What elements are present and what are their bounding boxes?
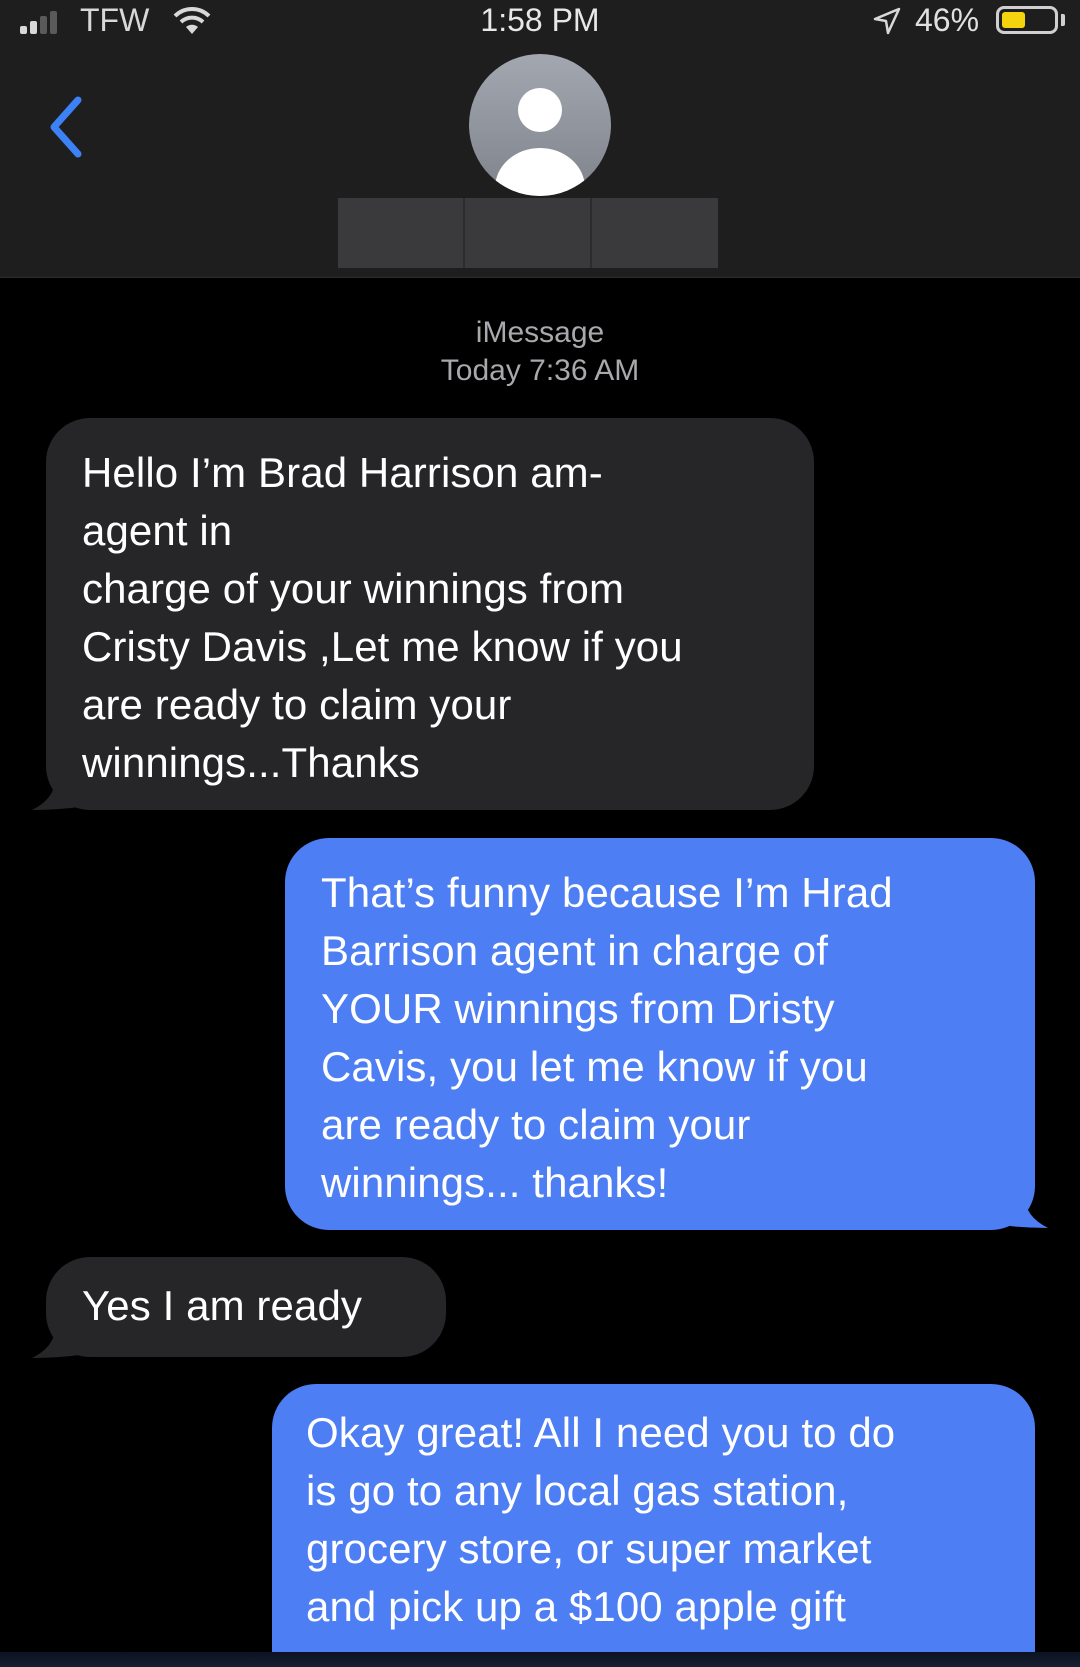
redaction-divider [590,198,592,268]
message-text: Yes I am ready [82,1282,362,1329]
battery-cap [1061,14,1065,26]
battery-fill [1002,12,1025,28]
message-bubble-outgoing[interactable]: That’s funny because I’m Hrad Barrison a… [285,838,1035,1230]
battery-icon [996,6,1058,34]
message-text: Okay great! All I need you to do is go t… [306,1409,896,1630]
conversation-header [0,42,1080,278]
redaction-divider [463,198,465,268]
message-bubble-outgoing[interactable]: Okay great! All I need you to do is go t… [272,1384,1035,1667]
location-arrow-icon [873,7,901,35]
message-bubble-incoming[interactable]: Hello I’m Brad Harrison am- agent in cha… [46,418,814,810]
contact-name-redacted[interactable] [338,198,718,268]
message-bubble-incoming[interactable]: Yes I am ready [46,1257,446,1357]
person-silhouette-icon [518,88,562,132]
chevron-left-icon[interactable] [46,92,86,162]
bottom-edge [0,1652,1080,1667]
service-label: iMessage [475,316,605,349]
battery-percent: 46% [915,2,980,38]
status-bar: TFW 1:58 PM 46% [0,0,1080,42]
contact-avatar[interactable] [469,54,611,196]
avatar-body [495,148,585,196]
thread-timestamp: Today 7:36 AM [440,354,640,387]
message-text: That’s funny because I’m Hrad Barrison a… [321,869,893,1206]
message-text: Hello I’m Brad Harrison am- agent in cha… [82,449,683,786]
